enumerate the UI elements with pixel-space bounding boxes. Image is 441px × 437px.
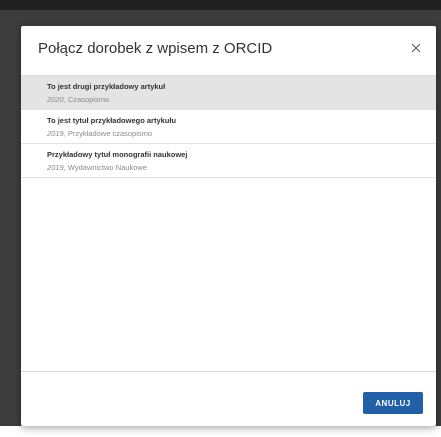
publication-title: Przykładowy tytuł monografii naukowej	[47, 150, 188, 159]
publication-year: 2019	[47, 129, 64, 138]
background-page-strip	[0, 426, 441, 437]
publication-title: To jest tytuł przykładowego artykułu	[47, 116, 177, 125]
dialog-footer: ANULUJ	[21, 372, 436, 426]
dialog-title: Połącz dorobek z wpisem z ORCID	[38, 40, 273, 57]
publication-title: To jest drugi przykładowy artykuł	[47, 82, 166, 91]
publication-source: Przykładowe czasopismo	[67, 129, 153, 138]
publication-meta: 2020, Czasopismo	[47, 95, 110, 104]
publication-year: 2019	[47, 163, 64, 172]
list-item[interactable]: To jest drugi przykładowy artykuł 2020, …	[21, 76, 436, 110]
publication-source: Czasopismo	[67, 95, 110, 104]
orcid-link-dialog: Połącz dorobek z wpisem z ORCID To jest …	[21, 26, 436, 426]
cancel-button[interactable]: ANULUJ	[363, 392, 423, 414]
dialog-header: Połącz dorobek z wpisem z ORCID	[21, 26, 436, 76]
publication-list: To jest drugi przykładowy artykuł 2020, …	[21, 76, 436, 372]
list-item[interactable]: Przykładowy tytuł monografii naukowej 20…	[21, 144, 436, 178]
publication-year: 2020	[47, 95, 64, 104]
publication-meta: 2019, Wydawnictwo Naukowe	[47, 163, 147, 172]
publication-meta: 2019, Przykładowe czasopismo	[47, 129, 153, 138]
background-top-bar	[0, 0, 441, 10]
publication-source: Wydawnictwo Naukowe	[67, 163, 147, 172]
list-item[interactable]: To jest tytuł przykładowego artykułu 201…	[21, 110, 436, 144]
close-icon[interactable]	[408, 40, 424, 56]
